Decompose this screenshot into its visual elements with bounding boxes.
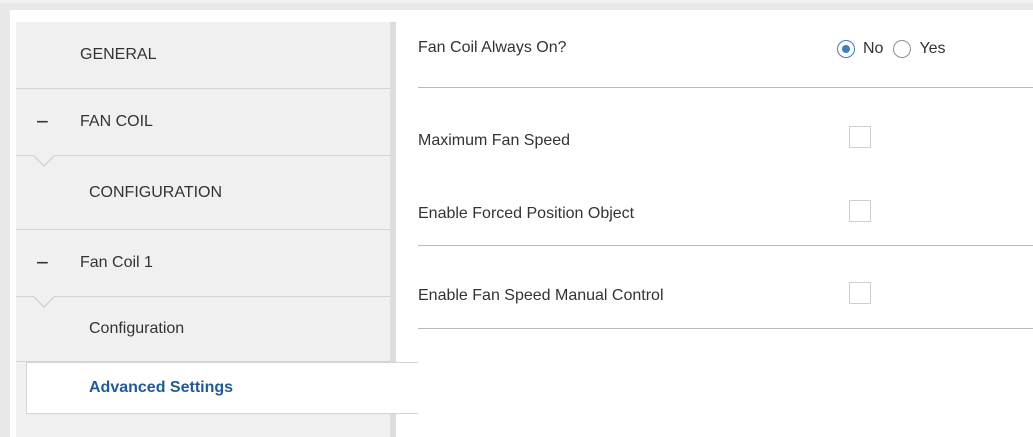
sidebar: GENERAL − FAN COIL CONFIGURATION − Fan C…: [16, 22, 418, 437]
sidebar-item-fan-coil-1-configuration[interactable]: Configuration: [16, 297, 390, 362]
sidebar-item-advanced-settings[interactable]: Advanced Settings: [26, 362, 418, 414]
sidebar-item-label: Configuration: [89, 320, 185, 337]
minus-icon[interactable]: −: [36, 252, 49, 274]
radio-no-label[interactable]: No: [863, 40, 883, 58]
setting-row-fan-coil-always-on: Fan Coil Always On? No Yes: [418, 22, 1033, 88]
sidebar-item-configuration[interactable]: CONFIGURATION: [16, 156, 390, 230]
radio-yes-label[interactable]: Yes: [919, 40, 945, 58]
setting-row-enable-forced-position-object: Enable Forced Position Object: [418, 174, 1033, 246]
sidebar-item-label: FAN COIL: [80, 113, 153, 130]
setting-label: Enable Forced Position Object: [418, 205, 635, 222]
sidebar-item-general[interactable]: GENERAL: [16, 22, 390, 89]
sidebar-item-label: Fan Coil 1: [80, 254, 153, 271]
setting-row-enable-fan-speed-manual-control: Enable Fan Speed Manual Control: [418, 246, 1033, 329]
maximum-fan-speed-checkbox[interactable]: [849, 126, 871, 148]
radio-no[interactable]: [837, 40, 855, 58]
fan-speed-manual-control-checkbox[interactable]: [849, 282, 871, 304]
setting-row-maximum-fan-speed: Maximum Fan Speed: [418, 88, 1033, 174]
always-on-radio-group: No Yes: [837, 31, 956, 67]
setting-label: Enable Fan Speed Manual Control: [418, 287, 664, 304]
sidebar-item-label: CONFIGURATION: [89, 183, 223, 201]
settings-panel: Fan Coil Always On? No Yes Maximum Fan S…: [402, 22, 1033, 437]
sidebar-item-label: GENERAL: [80, 46, 157, 63]
radio-yes[interactable]: [893, 40, 912, 58]
setting-label: Maximum Fan Speed: [418, 132, 571, 149]
forced-position-checkbox[interactable]: [849, 200, 871, 222]
sidebar-item-fan-coil-1[interactable]: − Fan Coil 1: [16, 230, 390, 308]
minus-icon[interactable]: −: [36, 111, 49, 133]
setting-label: Fan Coil Always On?: [418, 39, 567, 56]
sidebar-item-label: Advanced Settings: [89, 379, 234, 396]
sidebar-item-fan-coil[interactable]: − FAN COIL: [16, 89, 390, 167]
